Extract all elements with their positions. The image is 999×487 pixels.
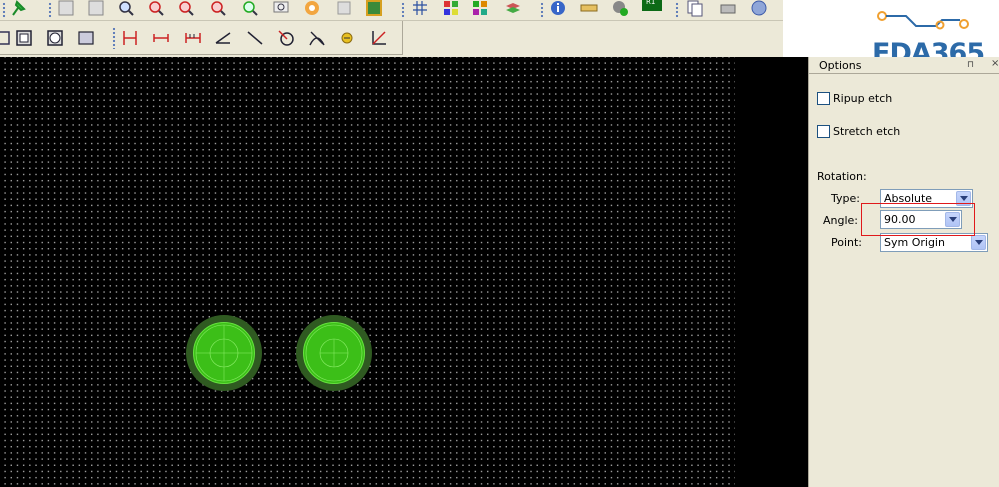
- shape-icon[interactable]: [76, 28, 96, 48]
- toolbar-top: R1: [0, 0, 783, 21]
- toolbar-grip[interactable]: [540, 2, 544, 19]
- info-icon[interactable]: [548, 0, 568, 18]
- 3d-icon[interactable]: [334, 0, 354, 18]
- type-label: Type:: [831, 192, 860, 205]
- symbol-icon[interactable]: [364, 0, 384, 18]
- design-canvas[interactable]: [0, 57, 808, 487]
- logo-circuit-icon: [877, 11, 969, 30]
- zoom-prev-icon[interactable]: [208, 0, 228, 18]
- stretch-etch-label[interactable]: Stretch etch: [833, 125, 900, 138]
- zoom-fit-icon[interactable]: [116, 0, 136, 18]
- point-label: Point:: [831, 236, 863, 249]
- pin-icon[interactable]: [8, 0, 28, 18]
- help-icon[interactable]: [749, 0, 769, 18]
- toolbar-empty-area: [403, 21, 808, 55]
- point-select-value: Sym Origin: [884, 236, 945, 249]
- layer-icon[interactable]: [470, 0, 490, 18]
- pin-panel-icon[interactable]: ⊓: [967, 60, 974, 70]
- zoom-out-icon[interactable]: [176, 0, 196, 18]
- copy-icon[interactable]: [685, 0, 705, 18]
- toolbar-grip[interactable]: [675, 2, 679, 19]
- angle-label: Angle:: [823, 214, 859, 227]
- zoom-window-icon[interactable]: [240, 0, 260, 18]
- pad-2[interactable]: [296, 315, 372, 391]
- grid-toggle-icon[interactable]: [410, 0, 430, 18]
- ripup-etch-label[interactable]: Ripup etch: [833, 92, 892, 105]
- measure-icon[interactable]: [579, 0, 599, 18]
- stackup-icon[interactable]: [503, 0, 523, 18]
- stretch-etch-checkbox[interactable]: [817, 125, 830, 138]
- redraw-icon[interactable]: [302, 0, 322, 18]
- dimension-datum-icon[interactable]: [183, 28, 203, 48]
- options-panel-title: Options: [819, 59, 862, 72]
- toolbar-grip[interactable]: [401, 2, 405, 19]
- grid-icon[interactable]: [56, 0, 76, 18]
- toolbar-grip[interactable]: [48, 2, 52, 19]
- pad-2-outline: [305, 324, 363, 382]
- add-icon[interactable]: [610, 0, 630, 18]
- print-icon[interactable]: [718, 0, 738, 18]
- toolbar-grip[interactable]: [112, 27, 116, 49]
- dimension-icon[interactable]: [120, 28, 140, 48]
- rectangle-icon[interactable]: [14, 28, 34, 48]
- chevron-down-icon[interactable]: [971, 235, 986, 250]
- ripup-etch-checkbox[interactable]: [817, 92, 830, 105]
- pad-1[interactable]: [186, 315, 262, 391]
- zoom-world-icon[interactable]: [271, 0, 291, 18]
- grid-icon[interactable]: [86, 0, 106, 18]
- chamfer-icon[interactable]: [369, 28, 389, 48]
- component-icon[interactable]: R1: [641, 0, 663, 16]
- dimension-linear-icon[interactable]: [151, 28, 171, 48]
- close-panel-icon[interactable]: ×: [991, 58, 999, 69]
- canvas-border: [735, 57, 808, 487]
- leader-icon[interactable]: [338, 28, 358, 48]
- toolbar-grip[interactable]: [2, 2, 6, 19]
- circle-arc-icon[interactable]: [276, 28, 296, 48]
- zoom-in-icon[interactable]: [146, 0, 166, 18]
- component-badge: R1: [646, 0, 656, 6]
- angle-icon[interactable]: [213, 28, 233, 48]
- rotation-label: Rotation:: [817, 170, 867, 183]
- options-panel: Options ⊓ × Ripup etch Stretch etch Rota…: [808, 57, 999, 487]
- line-icon[interactable]: [245, 28, 265, 48]
- pad-1-outline: [195, 324, 253, 382]
- circle-icon[interactable]: [45, 28, 65, 48]
- color-icon[interactable]: [441, 0, 461, 18]
- shape-edge-icon[interactable]: [0, 28, 14, 48]
- angle-highlight-box: [861, 203, 975, 236]
- toolbar-draw: [0, 21, 403, 55]
- options-panel-title-bar[interactable]: Options ⊓ ×: [809, 57, 999, 74]
- trim-icon[interactable]: [307, 28, 327, 48]
